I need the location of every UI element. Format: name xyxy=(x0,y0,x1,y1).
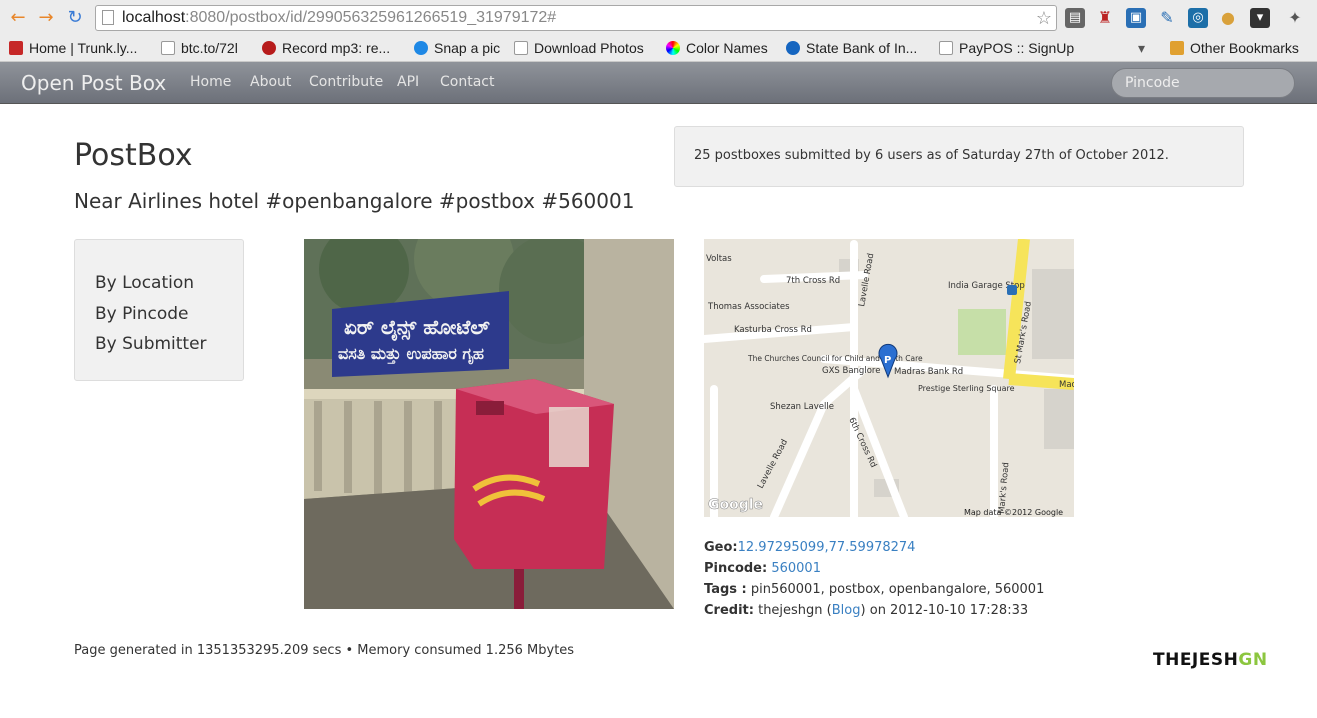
page-icon xyxy=(161,41,175,55)
credit-label: Credit: xyxy=(704,603,754,618)
location-map[interactable]: Voltas 7th Cross Rd India Garage Stop Th… xyxy=(704,239,1074,517)
sidebar-item-pincode[interactable]: By Pincode xyxy=(95,299,243,330)
credit-row: Credit: thejeshgn (Blog) on 2012-10-10 1… xyxy=(704,603,1029,618)
stats-box: 25 postboxes submitted by 6 users as of … xyxy=(674,126,1244,187)
geo-label: Geo: xyxy=(704,540,738,555)
record-icon xyxy=(262,41,276,55)
postbox-details: Geo:12.97295099,77.59978274 Pincode: 560… xyxy=(704,537,1044,621)
nav-contribute[interactable]: Contribute xyxy=(309,74,383,90)
tags-value: pin560001, postbox, openbangalore, 56000… xyxy=(750,582,1045,597)
pincode-row: Pincode: 560001 xyxy=(704,558,1044,579)
wave-extension-icon[interactable]: ◎ xyxy=(1188,8,1208,28)
map-label: Prestige Sterling Square xyxy=(918,384,1015,393)
url-host: localhost xyxy=(122,9,186,26)
blog-link[interactable]: Blog xyxy=(832,603,861,618)
geo-link[interactable]: 12.97295099,77.59978274 xyxy=(738,540,916,555)
pocket-extension-icon[interactable]: ▾ xyxy=(1250,8,1270,28)
bookmark-item[interactable]: btc.to/72l xyxy=(161,38,238,58)
postbox-photo: ಏರ್ ಲೈನ್ಸ್ ಹೋಟೆಲ್ ವಸತಿ ಮತ್ತು ಉಪಹಾರ ಗೃಹ xyxy=(304,239,674,609)
tags-label: Tags : xyxy=(704,582,747,597)
page-icon xyxy=(102,10,114,25)
sidebar-item-location[interactable]: By Location xyxy=(95,268,243,299)
back-arrow-icon[interactable]: ← xyxy=(7,7,29,29)
other-bookmarks[interactable]: Other Bookmarks xyxy=(1170,38,1299,58)
thejeshgn-logo[interactable]: THEJESHGN xyxy=(1153,650,1268,670)
chevron-down-icon[interactable]: ▾ xyxy=(1138,38,1145,58)
bookmark-item[interactable]: Record mp3: re... xyxy=(262,38,390,58)
wrench-icon[interactable]: ✦ xyxy=(1285,8,1305,28)
page-icon xyxy=(514,41,528,55)
trunkly-icon xyxy=(9,41,23,55)
pincode-link[interactable]: 560001 xyxy=(771,561,821,576)
credit-date: on 2012-10-10 17:28:33 xyxy=(869,603,1029,618)
bus-stop-icon xyxy=(1007,285,1017,295)
url-path: :8080/postbox/id/299056325961266519_3197… xyxy=(185,9,557,26)
sofa-extension-icon[interactable]: ♜ xyxy=(1095,8,1115,28)
bookmark-item[interactable]: Color Names xyxy=(666,38,768,58)
address-bar[interactable]: localhost:8080/postbox/id/29905632596126… xyxy=(95,5,1057,31)
eyedropper-extension-icon[interactable]: ✎ xyxy=(1157,8,1177,28)
map-label: Thomas Associates xyxy=(707,302,790,312)
map-illustration: Voltas 7th Cross Rd India Garage Stop Th… xyxy=(704,239,1074,517)
bookmark-item[interactable]: PayPOS :: SignUp xyxy=(939,38,1074,58)
map-label: Voltas xyxy=(706,254,732,264)
sign-line-1: ಏರ್ ಲೈನ್ಸ್ ಹೋಟೆಲ್ xyxy=(344,315,490,342)
svg-text:P: P xyxy=(884,355,891,366)
cookie-extension-icon[interactable]: ● xyxy=(1218,8,1238,28)
screen-extension-icon[interactable]: ▣ xyxy=(1126,8,1146,28)
nav-home[interactable]: Home xyxy=(190,74,231,90)
map-label: 7th Cross Rd xyxy=(786,276,840,286)
bookmark-item[interactable]: Snap a pic xyxy=(414,38,500,58)
bookmark-star-icon[interactable]: ☆ xyxy=(1036,6,1052,30)
map-label: Mac xyxy=(1059,380,1074,390)
credit-user: thejeshgn xyxy=(758,603,823,618)
tags-row: Tags : pin560001, postbox, openbangalore… xyxy=(704,579,1044,600)
pincode-label: Pincode: xyxy=(704,561,768,576)
browser-toolbar: ← → ↻ localhost:8080/postbox/id/29905632… xyxy=(0,0,1317,35)
bookmark-item[interactable]: State Bank of In... xyxy=(786,38,917,58)
sidebar-item-submitter[interactable]: By Submitter xyxy=(95,329,243,360)
browser-chrome: ← → ↻ localhost:8080/postbox/id/29905632… xyxy=(0,0,1317,62)
camera-icon xyxy=(414,41,428,55)
nav-contact[interactable]: Contact xyxy=(440,74,494,90)
nav-about[interactable]: About xyxy=(250,74,291,90)
folder-icon xyxy=(1170,41,1184,55)
color-wheel-icon xyxy=(666,41,680,55)
forward-arrow-icon[interactable]: → xyxy=(35,7,57,29)
pincode-search-input[interactable] xyxy=(1111,68,1295,98)
page-subtitle: Near Airlines hotel #openbangalore #post… xyxy=(74,189,635,213)
bookmark-item[interactable]: Download Photos xyxy=(514,38,644,58)
reload-icon[interactable]: ↻ xyxy=(64,7,86,29)
logo-main: THEJESH xyxy=(1153,650,1239,670)
brand-link[interactable]: Open Post Box xyxy=(21,71,166,95)
page-title: PostBox xyxy=(74,138,193,173)
stats-text: 25 postboxes submitted by 6 users as of … xyxy=(694,148,1169,163)
map-label: Madras Bank Rd xyxy=(894,367,963,377)
google-logo: Google xyxy=(708,497,763,513)
tag-extension-icon[interactable]: ▤ xyxy=(1065,8,1085,28)
sbi-icon xyxy=(786,41,800,55)
sign-line-2: ವಸತಿ ಮತ್ತು ಉಪಹಾರ ಗೃಹ xyxy=(338,344,484,365)
nav-api[interactable]: API xyxy=(397,74,419,90)
bookmarks-bar: Home | Trunk.ly... btc.to/72l Record mp3… xyxy=(0,35,1317,61)
map-label: GXS Banglore xyxy=(822,366,880,376)
geo-row: Geo:12.97295099,77.59978274 xyxy=(704,537,1044,558)
logo-gn: GN xyxy=(1238,650,1268,670)
map-label: Kasturba Cross Rd xyxy=(734,325,812,335)
page-footer: Page generated in 1351353295.209 secs • … xyxy=(74,643,575,658)
map-copyright: Map data ©2012 Google xyxy=(964,508,1063,517)
bookmark-item[interactable]: Home | Trunk.ly... xyxy=(9,38,137,58)
page-icon xyxy=(939,41,953,55)
browse-sidebar: By Location By Pincode By Submitter xyxy=(74,239,244,381)
map-label: Shezan Lavelle xyxy=(770,402,834,412)
postbox-photo-illustration: ಏರ್ ಲೈನ್ಸ್ ಹೋಟೆಲ್ ವಸತಿ ಮತ್ತು ಉಪಹಾರ ಗೃಹ xyxy=(304,239,674,609)
